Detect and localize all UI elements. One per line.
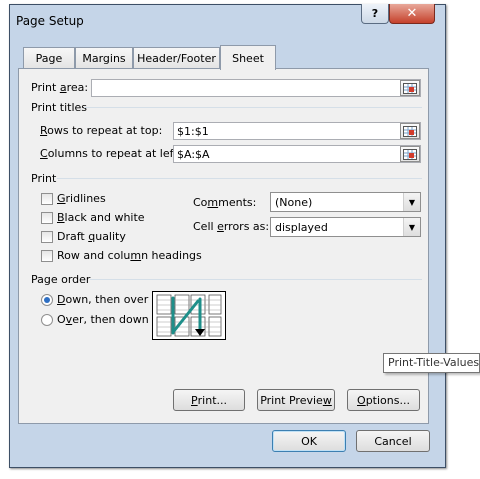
page-order-preview-icon <box>152 291 226 340</box>
tab-sheet-label: Sheet <box>232 51 264 65</box>
help-icon: ? <box>371 7 379 20</box>
print-area-range-button[interactable] <box>400 80 420 96</box>
options-button-key: O <box>357 393 366 407</box>
print-button-key: P <box>191 393 198 407</box>
window-title: Page Setup <box>16 14 84 28</box>
draft-quality-label: Draft quality <box>57 230 126 243</box>
comments-value: (None) <box>275 196 313 209</box>
over-then-down-label: Over, then down <box>57 313 149 326</box>
draft-quality-checkbox[interactable] <box>41 231 53 243</box>
tab-margins-label: Margins <box>82 52 126 65</box>
section-divider <box>84 107 422 108</box>
print-preview-label: Print Previe <box>260 393 323 407</box>
comments-select[interactable]: (None) ▼ <box>270 192 421 212</box>
tab-header-footer-label: Header/Footer <box>137 52 216 65</box>
tooltip: Print-Title-Values <box>383 353 480 373</box>
columns-to-repeat-label: Columns to repeat at left: <box>40 147 182 160</box>
print-button-label: rint... <box>197 393 227 407</box>
columns-to-repeat-input[interactable]: $A:$A <box>173 145 421 163</box>
cell-errors-value: displayed <box>275 221 328 234</box>
tab-header-footer[interactable]: Header/Footer <box>133 47 220 69</box>
row-column-headings-checkbox[interactable] <box>41 250 53 262</box>
print-section-label: Print <box>31 172 57 185</box>
close-icon: ✕ <box>406 6 418 21</box>
collapse-range-icon <box>403 82 417 94</box>
tab-page-label: Page <box>35 52 63 65</box>
print-preview-button[interactable]: Print Previe w <box>257 389 335 411</box>
cell-errors-select[interactable]: displayed ▼ <box>270 217 421 237</box>
options-button-label: ptions... <box>365 393 410 407</box>
rows-to-repeat-input[interactable]: $1:$1 <box>173 122 421 140</box>
section-divider <box>90 279 422 280</box>
print-preview-key: w <box>322 393 332 407</box>
black-and-white-label: Black and white <box>57 211 145 224</box>
rows-range-button[interactable] <box>400 123 420 139</box>
black-and-white-checkbox[interactable] <box>41 212 53 224</box>
page-order-section-label: Page order <box>31 273 91 286</box>
print-button[interactable]: Print... <box>173 389 245 411</box>
print-area-label: Print area: <box>31 81 89 94</box>
down-then-over-radio[interactable] <box>41 294 53 306</box>
collapse-range-icon <box>403 148 417 160</box>
over-then-down-radio[interactable] <box>41 314 53 326</box>
row-column-headings-label: Row and column headings <box>57 249 202 262</box>
print-area-input[interactable] <box>91 79 421 97</box>
rows-to-repeat-label: Rows to repeat at top: <box>40 124 163 137</box>
section-divider <box>57 178 422 179</box>
columns-range-button[interactable] <box>400 146 420 162</box>
gridlines-label: Gridlines <box>57 192 106 205</box>
ok-button[interactable]: OK <box>272 430 346 452</box>
cell-errors-label: Cell errors as: <box>193 220 270 233</box>
tab-sheet[interactable]: Sheet <box>220 45 276 70</box>
comments-label: Comments: <box>193 196 257 209</box>
help-button[interactable]: ? <box>361 4 389 24</box>
gridlines-checkbox[interactable] <box>41 193 53 205</box>
cancel-button[interactable]: Cancel <box>356 430 430 452</box>
close-button[interactable]: ✕ <box>389 4 435 24</box>
chevron-down-icon: ▼ <box>403 218 420 236</box>
tab-margins[interactable]: Margins <box>75 47 133 69</box>
chevron-down-icon: ▼ <box>403 193 420 211</box>
down-then-over-label: Down, then over <box>57 293 149 306</box>
print-titles-section-label: Print titles <box>31 101 88 114</box>
collapse-range-icon <box>403 125 417 137</box>
tab-page[interactable]: Page <box>23 47 75 69</box>
options-button[interactable]: Options... <box>347 389 420 411</box>
